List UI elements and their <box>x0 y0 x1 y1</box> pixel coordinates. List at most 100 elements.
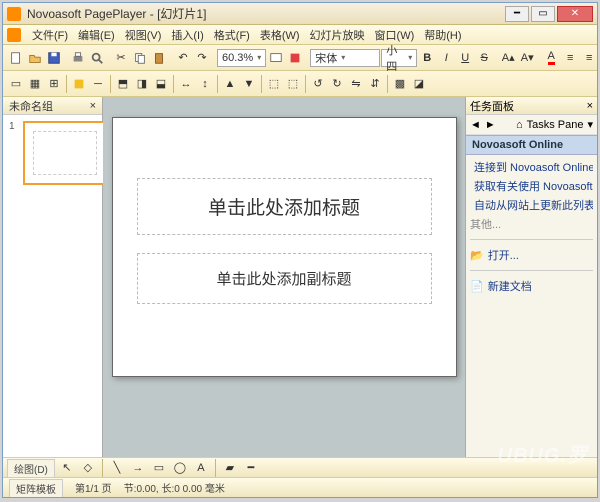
align-left-icon[interactable]: ≡ <box>561 48 579 68</box>
menu-format[interactable]: 格式(F) <box>209 25 255 45</box>
panel-close-icon[interactable]: × <box>90 100 96 112</box>
screen-icon[interactable] <box>267 48 285 68</box>
color-icon[interactable] <box>286 48 304 68</box>
underline-button[interactable]: U <box>456 48 474 68</box>
minimize-button[interactable]: ━ <box>505 6 529 22</box>
grid-icon[interactable]: ▦ <box>26 74 44 94</box>
menu-table[interactable]: 表格(W) <box>255 25 305 45</box>
taskpane-close-icon[interactable]: × <box>587 100 593 112</box>
cut-icon[interactable]: ✂ <box>112 48 130 68</box>
redo-icon[interactable]: ↷ <box>193 48 211 68</box>
arrow-icon[interactable]: → <box>129 458 147 478</box>
new-icon[interactable] <box>7 48 25 68</box>
thumbnail-list: 1 <box>3 115 102 457</box>
ungroup-icon[interactable]: ⬚ <box>284 74 302 94</box>
chevron-down-icon: ▾ <box>341 53 345 62</box>
undo-icon[interactable]: ↶ <box>174 48 192 68</box>
font-increase-icon[interactable]: A▴ <box>499 48 517 68</box>
preview-icon[interactable] <box>88 48 106 68</box>
slide-thumbnail[interactable] <box>23 121 107 185</box>
bold-button[interactable]: B <box>418 48 436 68</box>
status-tab[interactable]: 矩阵模板 <box>9 479 63 497</box>
rect-icon[interactable]: ▭ <box>150 458 168 478</box>
title-placeholder[interactable]: 单击此处添加标题 <box>137 178 432 235</box>
open-icon[interactable] <box>26 48 44 68</box>
taskpane-item-label: 连接到 Novoasoft Online <box>474 159 593 175</box>
toolbar-standard: ✂ ↶ ↷ 60.3%▾ 宋体 ▾ 小四▾ B I U S A▴ A▾ A ≡ ≡… <box>3 45 597 71</box>
copy-icon[interactable] <box>131 48 149 68</box>
slide-canvas[interactable]: 单击此处添加标题 单击此处添加副标题 <box>103 97 465 457</box>
snap-icon[interactable]: ⊞ <box>45 74 63 94</box>
menu-help[interactable]: 帮助(H) <box>419 25 466 45</box>
taskpane-item[interactable]: 自动从网站上更新此列表 <box>470 197 593 213</box>
taskpane-section: Novoasoft Online <box>466 135 597 155</box>
nav-fwd-icon[interactable]: ► <box>485 119 496 131</box>
dist-v-icon[interactable]: ↕ <box>196 74 214 94</box>
taskpane-more[interactable]: 其他... <box>470 216 593 232</box>
chevron-down-icon[interactable]: ▾ <box>587 118 593 131</box>
draw-tab[interactable]: 绘图(D) <box>7 459 55 477</box>
font-size-combo[interactable]: 小四▾ <box>381 49 417 67</box>
subtitle-placeholder[interactable]: 单击此处添加副标题 <box>137 253 432 304</box>
save-icon[interactable] <box>45 48 63 68</box>
menu-view[interactable]: 视图(V) <box>120 25 167 45</box>
line-icon[interactable]: ╲ <box>108 458 126 478</box>
send-back-icon[interactable]: ▼ <box>240 74 258 94</box>
home-icon[interactable]: ⌂ <box>516 119 523 131</box>
align-bot-icon[interactable]: ⬓ <box>152 74 170 94</box>
app-menu-icon <box>7 28 21 42</box>
bring-front-icon[interactable]: ▲ <box>221 74 239 94</box>
line-color-icon[interactable]: ─ <box>89 74 107 94</box>
ellipse-icon[interactable]: ◯ <box>171 458 189 478</box>
group-icon[interactable]: ⬚ <box>265 74 283 94</box>
flip-v-icon[interactable]: ⇵ <box>366 74 384 94</box>
task-pane: 任务面板× ◄ ► ⌂ Tasks Pane ▾ Novoasoft Onlin… <box>465 97 597 457</box>
nav-back-icon[interactable]: ◄ <box>470 119 481 131</box>
taskpane-item[interactable]: 获取有关使用 Novoasoft PageP... <box>470 178 593 194</box>
rotate-right-icon[interactable]: ↻ <box>328 74 346 94</box>
folder-icon: 📂 <box>470 249 484 262</box>
line2-icon[interactable]: ━ <box>242 458 260 478</box>
fill2-icon[interactable]: ▰ <box>221 458 239 478</box>
shadow-icon[interactable]: ▩ <box>391 74 409 94</box>
taskpane-newdoc-label: 新建文档 <box>488 278 532 294</box>
menu-slideshow[interactable]: 幻灯片放映 <box>305 25 370 45</box>
maximize-button[interactable]: ▭ <box>531 6 555 22</box>
taskpane-new-doc[interactable]: 📄新建文档 <box>470 278 593 294</box>
font-color-icon[interactable]: A <box>542 48 560 68</box>
menu-insert[interactable]: 插入(I) <box>166 25 208 45</box>
strike-button[interactable]: S <box>475 48 493 68</box>
app-icon <box>7 7 21 21</box>
paste-icon[interactable] <box>150 48 168 68</box>
thumb-header: 未命名组 <box>9 98 53 114</box>
font-family-combo[interactable]: 宋体 ▾ <box>310 49 380 67</box>
font-decrease-icon[interactable]: A▾ <box>518 48 536 68</box>
slide-number: 1 <box>9 121 15 132</box>
close-button[interactable]: ✕ <box>557 6 593 22</box>
dist-h-icon[interactable]: ↔ <box>177 74 195 94</box>
thumbnail-panel: 未命名组 × 1 <box>3 97 103 457</box>
3d-icon[interactable]: ◪ <box>410 74 428 94</box>
align-top-icon[interactable]: ⬒ <box>114 74 132 94</box>
pointer-icon[interactable]: ↖ <box>58 458 76 478</box>
toolbar-drawing: ▭ ▦ ⊞ ─ ⬒ ◨ ⬓ ↔ ↕ ▲ ▼ ⬚ ⬚ ↺ ↻ ⇋ ⇵ ▩ ◪ <box>3 71 597 97</box>
text-icon[interactable]: A <box>192 458 210 478</box>
rotate-left-icon[interactable]: ↺ <box>309 74 327 94</box>
italic-button[interactable]: I <box>437 48 455 68</box>
shapes-icon[interactable]: ◇ <box>79 458 97 478</box>
flip-h-icon[interactable]: ⇋ <box>347 74 365 94</box>
ruler-icon[interactable]: ▭ <box>7 74 25 94</box>
window-title: Novoasoft PagePlayer - [幻灯片1] <box>27 5 503 22</box>
taskpane-open-label: 打开... <box>488 247 519 263</box>
align-mid-icon[interactable]: ◨ <box>133 74 151 94</box>
taskpane-open[interactable]: 📂 打开... <box>470 247 593 263</box>
menu-edit[interactable]: 编辑(E) <box>73 25 120 45</box>
taskpane-item[interactable]: 连接到 Novoasoft Online <box>470 159 593 175</box>
zoom-value: 60.3% <box>222 52 253 64</box>
zoom-combo[interactable]: 60.3%▾ <box>217 49 266 67</box>
font-family-value: 宋体 <box>315 50 337 66</box>
align-center-icon[interactable]: ≡ <box>580 48 598 68</box>
menu-file[interactable]: 文件(F) <box>27 25 73 45</box>
fill-icon[interactable] <box>70 74 88 94</box>
print-icon[interactable] <box>69 48 87 68</box>
